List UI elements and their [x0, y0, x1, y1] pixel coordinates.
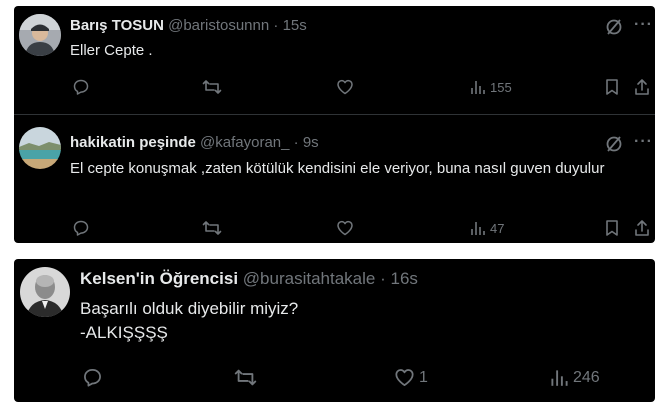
- person-hat-avatar[interactable]: [19, 14, 61, 56]
- tweet[interactable]: Kelsen'in Öğrencisi @burasitahtakale · 1…: [14, 259, 655, 402]
- share-icon: [635, 220, 649, 236]
- tweet-header: hakikatin peşinde @kafayoran_ · 9s: [70, 134, 319, 151]
- more-options-icon[interactable]: ···: [634, 133, 653, 151]
- views-chart-icon: [551, 370, 568, 386]
- bookmark-button[interactable]: [604, 219, 620, 237]
- author-handle[interactable]: @kafayoran_: [200, 134, 289, 151]
- reply-button[interactable]: [82, 367, 107, 388]
- separator: ·: [273, 17, 279, 34]
- share-icon: [635, 79, 649, 95]
- author-handle[interactable]: @burasitahtakale: [243, 269, 376, 288]
- reply-button[interactable]: [72, 219, 94, 237]
- reply-button[interactable]: [72, 78, 94, 96]
- views-button[interactable]: 47: [470, 220, 504, 236]
- share-button[interactable]: [634, 219, 650, 237]
- like-button[interactable]: 1: [394, 367, 428, 388]
- heart-icon: [395, 369, 414, 386]
- timestamp[interactable]: 15s: [283, 17, 307, 34]
- reply-icon: [73, 220, 89, 236]
- like-count: 1: [419, 368, 428, 386]
- heart-icon: [337, 220, 353, 236]
- views-button[interactable]: 246: [550, 368, 600, 387]
- tweet-text: El cepte konuşmak ,zaten kötülük kendisi…: [70, 160, 605, 177]
- retweet-button[interactable]: [234, 367, 261, 388]
- reply-icon: [84, 369, 101, 387]
- views-count: 246: [573, 368, 600, 386]
- retweet-icon: [234, 369, 257, 386]
- views-chart-icon: [471, 222, 485, 235]
- bookmark-icon: [606, 220, 618, 236]
- retweet-icon: [202, 221, 222, 235]
- like-button[interactable]: [336, 219, 358, 237]
- lake-landscape-avatar[interactable]: [19, 127, 61, 169]
- timestamp[interactable]: 9s: [303, 134, 319, 151]
- author-name[interactable]: hakikatin peşinde: [70, 134, 196, 151]
- tweet-header: Kelsen'in Öğrencisi @burasitahtakale · 1…: [80, 269, 418, 289]
- retweet-icon: [202, 80, 222, 94]
- like-button[interactable]: [336, 78, 358, 96]
- views-count: 47: [490, 220, 505, 236]
- tweet-text: Eller Cepte .: [70, 42, 153, 59]
- tweet-header: Barış TOSUN @baristosunnn · 15s: [70, 17, 307, 34]
- tweet-text: Başarılı olduk diyebilir miyiz? -ALKIŞŞŞ…: [80, 297, 298, 345]
- timestamp[interactable]: 16s: [390, 269, 417, 288]
- tweet[interactable]: Barış TOSUN @baristosunnn · 15s ··· Elle…: [14, 6, 655, 114]
- tweet-thread-panel: Barış TOSUN @baristosunnn · 15s ··· Elle…: [14, 6, 655, 243]
- tweet[interactable]: hakikatin peşinde @kafayoran_ · 9s ··· E…: [14, 115, 655, 243]
- reply-icon: [73, 79, 89, 95]
- author-handle[interactable]: @baristosunnn: [168, 17, 269, 34]
- tweet-text-line: -ALKIŞŞŞŞ: [80, 323, 168, 342]
- views-chart-icon: [471, 81, 485, 94]
- bookmark-button[interactable]: [604, 78, 620, 96]
- heart-icon: [337, 79, 353, 95]
- retweet-button[interactable]: [202, 219, 226, 237]
- views-count: 155: [490, 79, 512, 95]
- grok-icon[interactable]: [604, 134, 624, 159]
- grok-icon[interactable]: [604, 17, 624, 42]
- separator: ·: [380, 269, 386, 288]
- more-options-icon[interactable]: ···: [634, 16, 653, 34]
- author-name[interactable]: Kelsen'in Öğrencisi: [80, 269, 238, 288]
- author-name[interactable]: Barış TOSUN: [70, 17, 164, 34]
- tweet-text-line: Başarılı olduk diyebilir miyiz?: [80, 299, 299, 318]
- separator: ·: [293, 134, 299, 151]
- bookmark-icon: [606, 79, 618, 95]
- retweet-button[interactable]: [202, 78, 226, 96]
- portrait-photo-avatar[interactable]: [20, 267, 70, 317]
- tweet-panel: Kelsen'in Öğrencisi @burasitahtakale · 1…: [14, 259, 655, 402]
- share-button[interactable]: [634, 78, 650, 96]
- views-button[interactable]: 155: [470, 79, 512, 95]
